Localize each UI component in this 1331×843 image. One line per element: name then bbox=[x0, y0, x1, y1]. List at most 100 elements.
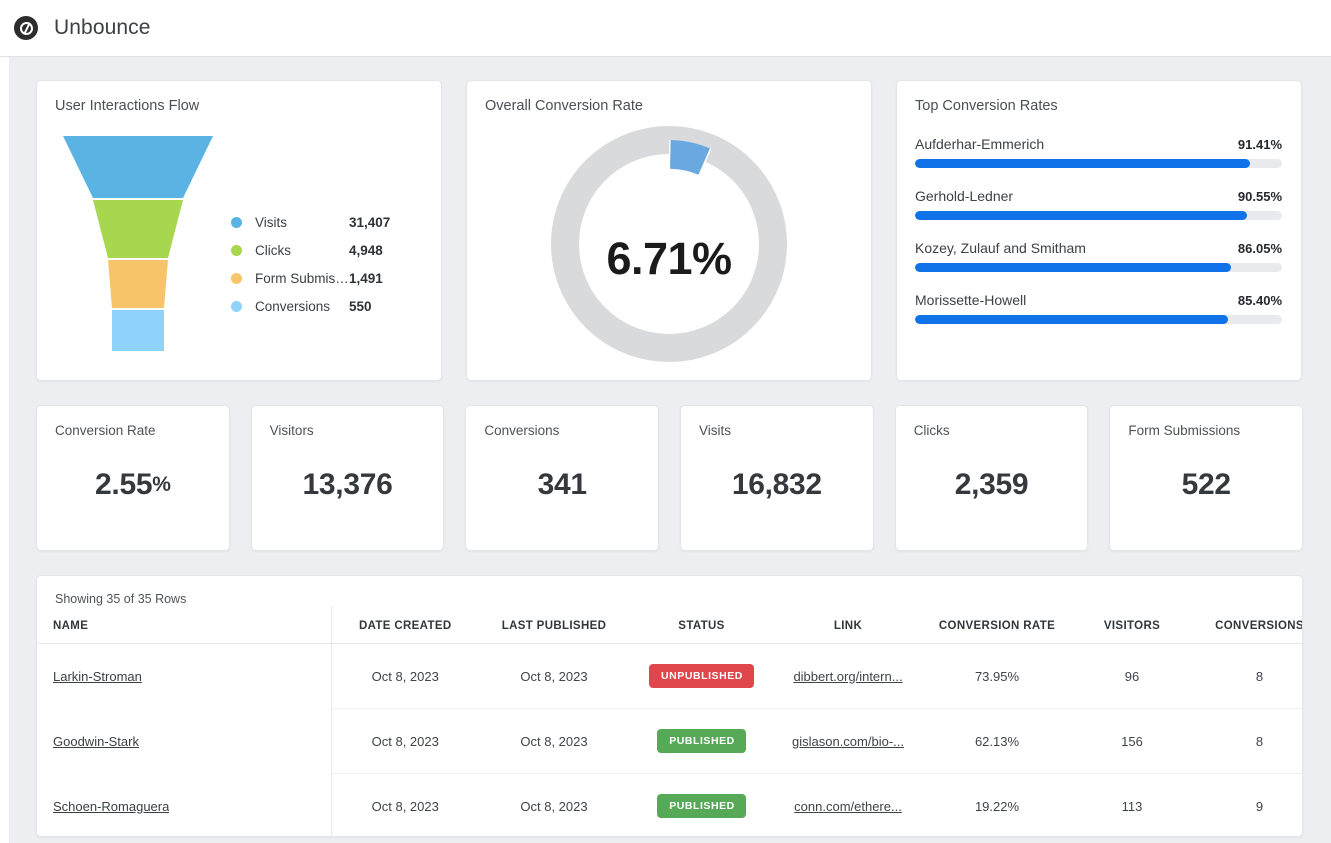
funnel-segment-form-submissions bbox=[108, 260, 168, 308]
stat-card-conversion-rate: Conversion Rate 2.55% bbox=[36, 405, 230, 551]
top-rate-fill bbox=[915, 211, 1247, 220]
stat-number: 2,359 bbox=[955, 468, 1029, 502]
column-header-visitors[interactable]: VISITORS bbox=[1072, 606, 1192, 644]
page-name-link[interactable]: Goodwin-Stark bbox=[53, 734, 139, 749]
page-url-link[interactable]: conn.com/ethere... bbox=[794, 799, 902, 814]
cell-conversion-rate: 19.22% bbox=[922, 774, 1072, 838]
top-rate-percent: 90.55% bbox=[1238, 189, 1282, 204]
cell-link: conn.com/ethere... bbox=[774, 774, 922, 838]
cell-visitors: 113 bbox=[1072, 774, 1192, 838]
cell-status: UNPUBLISHED bbox=[629, 644, 774, 709]
donut-card-title: Overall Conversion Rate bbox=[467, 81, 871, 114]
rows-count-label: Showing 35 of 35 Rows bbox=[37, 576, 1302, 606]
cell-name: Schoen-Romaguera bbox=[37, 774, 331, 838]
top-rate-percent: 85.40% bbox=[1238, 293, 1282, 308]
top-rates-card-title: Top Conversion Rates bbox=[897, 81, 1301, 114]
page-name-link[interactable]: Larkin-Stroman bbox=[53, 669, 142, 684]
legend-item: Form Submissions 1,491 bbox=[231, 264, 406, 292]
page-title: Unbounce bbox=[54, 16, 151, 40]
column-header-link[interactable]: LINK bbox=[774, 606, 922, 644]
column-header-conversions[interactable]: CONVERSIONS bbox=[1192, 606, 1303, 644]
cell-date-created: Oct 8, 2023 bbox=[331, 774, 479, 838]
user-interactions-flow-card: User Interactions Flow Visits 31,407 bbox=[36, 80, 442, 381]
top-conversion-rates-card: Top Conversion Rates Aufderhar-Emmerich … bbox=[896, 80, 1302, 381]
top-rate-fill bbox=[915, 263, 1231, 272]
status-badge: PUBLISHED bbox=[657, 794, 746, 818]
stat-number: 13,376 bbox=[303, 468, 393, 502]
cell-conversions: 9 bbox=[1192, 774, 1303, 838]
legend-color-dot bbox=[231, 273, 242, 284]
column-header-status[interactable]: STATUS bbox=[629, 606, 774, 644]
column-header-name[interactable]: NAME bbox=[37, 606, 331, 644]
page-url-link[interactable]: dibbert.org/intern... bbox=[793, 669, 902, 684]
top-rate-fill bbox=[915, 159, 1250, 168]
app-header: Unbounce bbox=[0, 0, 1331, 57]
donut-center-value: 6.71% bbox=[467, 233, 871, 285]
cell-conversions: 8 bbox=[1192, 644, 1303, 709]
cell-date-created: Oct 8, 2023 bbox=[331, 644, 479, 709]
legend-color-dot bbox=[231, 245, 242, 256]
top-rate-track bbox=[915, 263, 1282, 272]
stat-card-conversions: Conversions 341 bbox=[465, 405, 659, 551]
stat-value: 13,376 bbox=[252, 438, 444, 550]
landing-pages-table: NAME DATE CREATED LAST PUBLISHED STATUS … bbox=[37, 606, 1303, 837]
page-name-link[interactable]: Schoen-Romaguera bbox=[53, 799, 169, 814]
stat-label: Clicks bbox=[896, 406, 1088, 438]
funnel-chart bbox=[63, 136, 213, 351]
kpi-row: Conversion Rate 2.55% Visitors 13,376 Co… bbox=[36, 405, 1303, 551]
status-badge: UNPUBLISHED bbox=[649, 664, 754, 688]
top-rate-track bbox=[915, 211, 1282, 220]
funnel-segment-visits bbox=[63, 136, 213, 198]
landing-pages-table-card: Showing 35 of 35 Rows NAME DATE CREATED … bbox=[36, 575, 1303, 837]
legend-value: 1,491 bbox=[349, 271, 383, 286]
cell-last-published: Oct 8, 2023 bbox=[479, 644, 629, 709]
funnel-segment-clicks bbox=[93, 200, 183, 258]
legend-value: 4,948 bbox=[349, 243, 383, 258]
cell-status: PUBLISHED bbox=[629, 709, 774, 774]
cell-conversion-rate: 62.13% bbox=[922, 709, 1072, 774]
legend-label: Form Submissions bbox=[255, 271, 349, 286]
stat-value: 341 bbox=[466, 438, 658, 550]
stat-label: Visitors bbox=[252, 406, 444, 438]
legend-color-dot bbox=[231, 217, 242, 228]
funnel-legend: Visits 31,407 Clicks 4,948 Form Submissi… bbox=[231, 208, 406, 320]
cell-visitors: 96 bbox=[1072, 644, 1192, 709]
legend-item: Clicks 4,948 bbox=[231, 236, 406, 264]
stat-unit: % bbox=[152, 473, 170, 497]
legend-item: Conversions 550 bbox=[231, 292, 406, 320]
cell-name: Goodwin-Stark bbox=[37, 709, 331, 774]
stat-card-visitors: Visitors 13,376 bbox=[251, 405, 445, 551]
stat-value: 16,832 bbox=[681, 438, 873, 550]
top-rate-name: Morissette-Howell bbox=[915, 292, 1026, 308]
legend-label: Clicks bbox=[255, 243, 349, 258]
cell-conversions: 8 bbox=[1192, 709, 1303, 774]
cell-date-created: Oct 8, 2023 bbox=[331, 709, 479, 774]
stat-value: 2.55% bbox=[37, 438, 229, 550]
column-header-date-created[interactable]: DATE CREATED bbox=[331, 606, 479, 644]
legend-value: 550 bbox=[349, 299, 372, 314]
top-rate-percent: 91.41% bbox=[1238, 137, 1282, 152]
stat-card-form-submissions: Form Submissions 522 bbox=[1109, 405, 1303, 551]
page-url-link[interactable]: gislason.com/bio-... bbox=[792, 734, 904, 749]
top-rate-fill bbox=[915, 315, 1228, 324]
stat-value: 2,359 bbox=[896, 438, 1088, 550]
table-row: Larkin-Stroman Oct 8, 2023 Oct 8, 2023 U… bbox=[37, 644, 1303, 709]
table-row: Goodwin-Stark Oct 8, 2023 Oct 8, 2023 PU… bbox=[37, 709, 1303, 774]
stat-value: 522 bbox=[1110, 438, 1302, 550]
top-rate-item: Morissette-Howell 85.40% bbox=[915, 292, 1282, 324]
legend-label: Visits bbox=[255, 215, 349, 230]
left-gutter bbox=[0, 57, 9, 843]
column-header-last-published[interactable]: LAST PUBLISHED bbox=[479, 606, 629, 644]
table-header-row: NAME DATE CREATED LAST PUBLISHED STATUS … bbox=[37, 606, 1303, 644]
unbounce-logo-icon bbox=[14, 16, 38, 40]
legend-value: 31,407 bbox=[349, 215, 390, 230]
cell-visitors: 156 bbox=[1072, 709, 1192, 774]
top-rate-item: Aufderhar-Emmerich 91.41% bbox=[915, 136, 1282, 168]
cell-last-published: Oct 8, 2023 bbox=[479, 709, 629, 774]
cell-link: dibbert.org/intern... bbox=[774, 644, 922, 709]
legend-label: Conversions bbox=[255, 299, 349, 314]
column-header-conversion-rate[interactable]: CONVERSION RATE bbox=[922, 606, 1072, 644]
funnel-segment-conversions bbox=[112, 310, 164, 351]
stat-card-visits: Visits 16,832 bbox=[680, 405, 874, 551]
overall-conversion-rate-card: Overall Conversion Rate 6.71% bbox=[466, 80, 872, 381]
